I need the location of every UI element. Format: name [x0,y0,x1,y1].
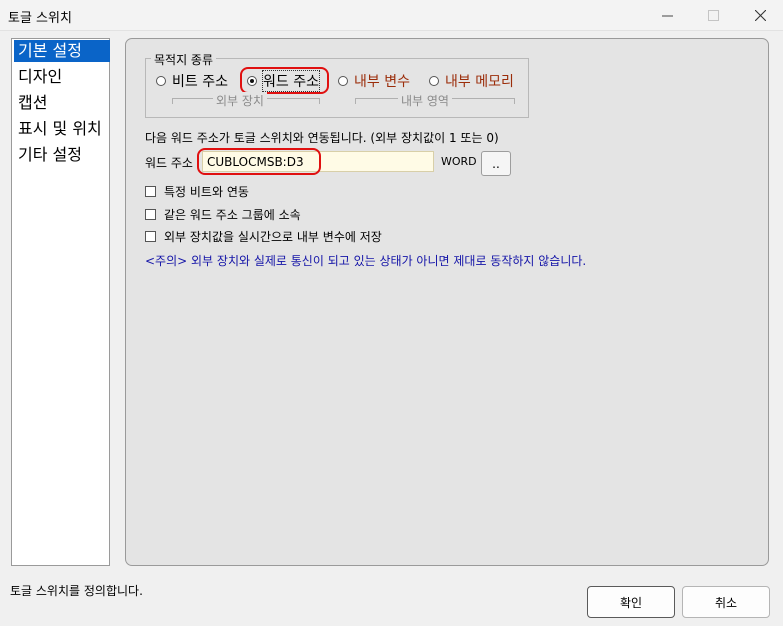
radio-label: 내부 메모리 [445,74,514,90]
checkbox-box [145,185,156,197]
title-bar: 토글 스위치 [0,0,783,31]
checkbox-box [145,230,156,242]
caution-note: <주의> 외부 장치와 실제로 통신이 되고 있는 상태가 아니면 제대로 동작… [145,254,587,268]
cancel-button[interactable]: 취소 [682,586,770,618]
maximize-button[interactable] [690,0,736,30]
nav-item-caption[interactable]: 캡션 [14,92,110,114]
checkbox-label: 같은 워드 주소 그룹에 소속 [164,207,301,222]
checkbox-link-specific-bit[interactable]: 특정 비트와 연동 [145,183,249,199]
nav-item-basic-settings[interactable]: 기본 설정 [14,40,110,62]
radio-dot [338,76,348,86]
checkbox-label: 외부 장치값을 실시간으로 내부 변수에 저장 [164,229,382,244]
group-label-internal: 내부 영역 [398,92,452,109]
address-unit: WORD [441,155,477,168]
nav-item-display-position[interactable]: 표시 및 위치 [14,118,110,140]
maximize-icon [707,9,719,21]
checkbox-realtime-save[interactable]: 외부 장치값을 실시간으로 내부 변수에 저장 [145,228,382,244]
radio-internal-variable[interactable]: 내부 변수 [338,72,410,90]
nav-item-other-settings[interactable]: 기타 설정 [14,144,110,166]
close-icon [754,9,766,21]
minimize-button[interactable] [644,0,690,30]
close-button[interactable] [737,0,783,30]
radio-word-address[interactable]: 워드 주소 [247,70,320,92]
word-address-label: 워드 주소 [145,156,193,170]
checkbox-box [145,208,156,220]
nav-item-design[interactable]: 디자인 [14,66,110,88]
radio-dot [247,76,257,86]
highlight-address-value [197,148,321,175]
radio-internal-memory[interactable]: 내부 메모리 [429,72,514,90]
browse-address-button[interactable]: .. [481,151,511,176]
checkbox-word-group[interactable]: 같은 워드 주소 그룹에 소속 [145,206,301,222]
target-type-legend: 목적지 종류 [151,51,217,68]
checkbox-label: 특정 비트와 연동 [164,184,249,199]
settings-nav-list: 기본 설정 디자인 캡션 표시 및 위치 기타 설정 [11,38,110,566]
radio-dot [429,76,439,86]
ok-button[interactable]: 확인 [587,586,675,618]
window-title: 토글 스위치 [8,11,72,26]
radio-bit-address[interactable]: 비트 주소 [156,72,228,90]
radio-label: 내부 변수 [354,74,410,90]
radio-label: 비트 주소 [172,74,228,90]
minimize-icon [661,15,673,16]
radio-dot [156,76,166,86]
radio-label: 워드 주소 [262,70,320,92]
status-text: 토글 스위치를 정의합니다. [10,584,143,598]
group-label-external: 외부 장치 [213,92,267,109]
address-description: 다음 워드 주소가 토글 스위치와 연동됩니다. (외부 장치값이 1 또는 0… [145,131,499,145]
